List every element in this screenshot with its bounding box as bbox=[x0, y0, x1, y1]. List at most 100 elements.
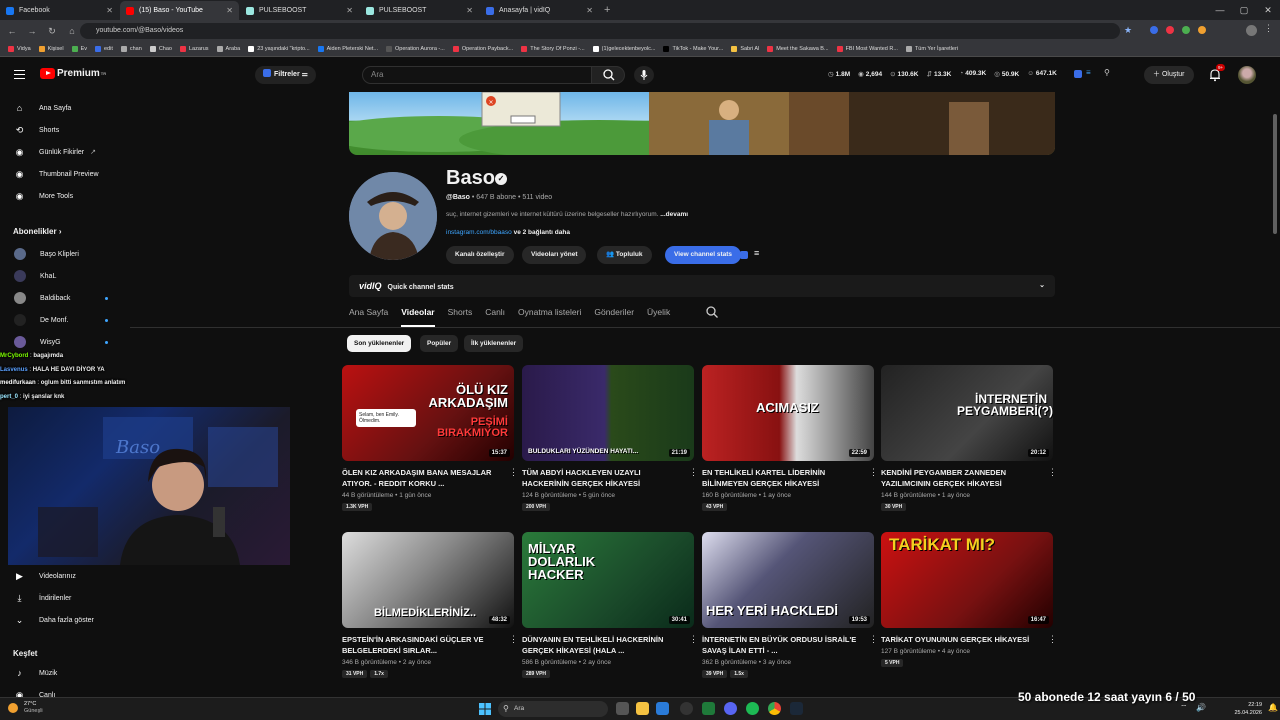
channel-tab[interactable]: Oynatma listeleri bbox=[518, 303, 581, 327]
bookmark-item[interactable]: Lazarus bbox=[179, 46, 209, 52]
video-menu-icon[interactable]: ⋮ bbox=[869, 635, 878, 644]
video-menu-icon[interactable]: ⋮ bbox=[689, 635, 698, 644]
subscription-item[interactable]: KhaL bbox=[0, 266, 130, 286]
manage-videos-button[interactable]: Videoları yönet bbox=[522, 246, 587, 264]
bookmark-item[interactable]: Sabri Al bbox=[731, 46, 759, 52]
community-button[interactable]: 👥 Topluluk bbox=[597, 246, 652, 264]
video-card[interactable]: HER YERİ HACKLEDİ 19:53 ⋮ İNTERNETİN EN BÜY… bbox=[702, 532, 878, 678]
filters-button[interactable]: Filtreler ⚌ bbox=[255, 66, 316, 84]
video-menu-icon[interactable]: ⋮ bbox=[1048, 468, 1057, 477]
video-title[interactable]: EN TEHLİKELİ KARTEL LİDERİNİN BİLİNMEYEN… bbox=[702, 467, 874, 489]
video-title[interactable]: TARİKAT OYUNUNUN GERÇEK HİKAYESİ bbox=[881, 634, 1053, 645]
app-icon[interactable] bbox=[656, 702, 669, 715]
sidebar-item[interactable]: ◉ More Tools bbox=[0, 186, 130, 206]
task-view-icon[interactable] bbox=[616, 702, 629, 715]
chip-oldest[interactable]: İlk yüklenenler bbox=[464, 335, 524, 352]
menu-icon[interactable] bbox=[14, 70, 25, 79]
file-explorer-icon[interactable] bbox=[636, 702, 649, 715]
bookmark-item[interactable]: chan bbox=[120, 46, 142, 52]
bookmark-item[interactable]: Kişisel bbox=[38, 46, 64, 52]
bookmark-item[interactable]: (1)gelecektenbeyolc... bbox=[592, 46, 655, 52]
video-title[interactable]: ÖLEN KIZ ARKADAŞIM BANA MESAJLAR ATIYOR.… bbox=[342, 467, 514, 489]
extension-vidiq-icon[interactable] bbox=[1150, 26, 1158, 34]
bookmark-item[interactable]: Chao bbox=[149, 46, 172, 52]
video-card[interactable]: TARİKAT MI? 16:47 ⋮ TARİKAT OYUNUNUN GERÇEK… bbox=[881, 532, 1057, 667]
chrome-icon[interactable] bbox=[768, 702, 781, 715]
instagram-link[interactable]: instagram.com/bbaaso bbox=[446, 229, 512, 236]
bookmark-item[interactable]: The Story Of Ponzi -... bbox=[521, 46, 585, 52]
bookmark-item[interactable]: FBI Most Wanted R... bbox=[836, 46, 898, 52]
list-icon[interactable]: ≡ bbox=[1086, 68, 1091, 77]
channel-tab[interactable]: Shorts bbox=[448, 303, 473, 327]
list-icon[interactable]: ≡ bbox=[754, 248, 759, 258]
maximize-button[interactable]: ▢ bbox=[1232, 0, 1256, 20]
app-icon[interactable] bbox=[702, 702, 715, 715]
video-thumbnail[interactable]: ÖLÜ KIZ ARKADAŞIM PEŞİMİ BIRAKMIYOR Selam,… bbox=[342, 365, 514, 461]
weather-widget[interactable]: 27°C Güneşli bbox=[24, 701, 43, 715]
browser-menu-icon[interactable]: ⋮ bbox=[1264, 23, 1273, 34]
channel-description[interactable]: suç, internet gizemleri ve internet kült… bbox=[446, 211, 688, 218]
tab-close-icon[interactable]: ✕ bbox=[466, 6, 473, 15]
more-links[interactable]: ve 2 bağlantı daha bbox=[514, 229, 570, 236]
notifications-icon[interactable]: 🔔 bbox=[1268, 703, 1278, 712]
bookmark-item[interactable]: 23 yaşındaki "kripto... bbox=[248, 46, 310, 52]
video-menu-icon[interactable]: ⋮ bbox=[509, 635, 518, 644]
sidebar-item[interactable]: ⤓ İndirilenler bbox=[0, 588, 130, 608]
browser-tab[interactable]: (15) Baso - YouTube ✕ bbox=[120, 1, 239, 20]
tab-close-icon[interactable]: ✕ bbox=[106, 6, 113, 15]
video-thumbnail[interactable]: MİLYAR DOLARLIK HACKER 30:41 bbox=[522, 532, 694, 628]
discord-icon[interactable] bbox=[724, 702, 737, 715]
vidiq-icon[interactable] bbox=[1074, 70, 1082, 78]
sidebar-item[interactable]: ◉ Günlük Fikirler ↗ bbox=[0, 142, 130, 162]
bookmark-star-icon[interactable]: ★ bbox=[1124, 25, 1132, 36]
video-title[interactable]: KENDİNİ PEYGAMBER ZANNEDEN YAZILIMCININ … bbox=[881, 467, 1053, 489]
extension-icon[interactable] bbox=[1166, 26, 1174, 34]
bookmark-item[interactable]: edit bbox=[95, 46, 113, 52]
bookmark-item[interactable]: Meet the Sakawa B... bbox=[767, 46, 829, 52]
extension-icon[interactable] bbox=[1182, 26, 1190, 34]
bookmark-item[interactable]: Aiden Pleterski Net... bbox=[317, 46, 378, 52]
video-thumbnail[interactable]: BİLMEDİKLERİNİZ.. 48:32 bbox=[342, 532, 514, 628]
bookmark-item[interactable]: Araba bbox=[216, 46, 240, 52]
create-button[interactable]: ＋ Oluştur bbox=[1144, 66, 1194, 84]
video-menu-icon[interactable]: ⋮ bbox=[1048, 635, 1057, 644]
subscription-item[interactable]: Başo Klipleri bbox=[0, 244, 130, 264]
bookmark-item[interactable]: Ev bbox=[71, 46, 87, 52]
spotify-icon[interactable] bbox=[746, 702, 759, 715]
description-more-link[interactable]: ...devamı bbox=[660, 211, 688, 218]
video-card[interactable]: ÖLÜ KIZ ARKADAŞIM PEŞİMİ BIRAKMIYOR Selam,… bbox=[342, 365, 518, 511]
taskbar-search[interactable]: Ara bbox=[498, 701, 608, 717]
video-card[interactable]: BULDUKLARI YÜZÜNDEN HAYATI... 21:19 ⋮ TÜM A… bbox=[522, 365, 698, 511]
view-channel-stats-button[interactable]: View channel stats bbox=[665, 246, 742, 264]
browser-tab[interactable]: Facebook ✕ bbox=[0, 1, 119, 20]
bookmark-item[interactable]: TikTok - Make Your... bbox=[663, 46, 723, 52]
video-title[interactable]: EPSTEİN'İN ARKASINDAKİ GÜÇLER VE BELGELE… bbox=[342, 634, 514, 656]
chip-popular[interactable]: Popüler bbox=[420, 335, 459, 352]
tab-close-icon[interactable]: ✕ bbox=[346, 6, 353, 15]
video-thumbnail[interactable]: İNTERNETİN PEYGAMBERİ(?) 20:12 bbox=[881, 365, 1053, 461]
browser-tab[interactable]: PULSEBOOST ✕ bbox=[360, 1, 479, 20]
sidebar-item[interactable]: ⌂ Ana Sayfa bbox=[0, 98, 130, 118]
minimize-button[interactable]: — bbox=[1208, 0, 1232, 20]
video-card[interactable]: İNTERNETİN PEYGAMBERİ(?) 20:12 ⋮ KENDİNİ PE… bbox=[881, 365, 1057, 511]
bookmark-item[interactable]: Tüm Yer İşaretleri bbox=[905, 46, 958, 52]
tab-close-icon[interactable]: ✕ bbox=[586, 6, 593, 15]
video-menu-icon[interactable]: ⋮ bbox=[509, 468, 518, 477]
channel-tab[interactable]: Videolar bbox=[401, 303, 435, 327]
channel-search-icon[interactable] bbox=[705, 305, 719, 319]
sidebar-item[interactable]: ◉ Thumbnail Preview bbox=[0, 164, 130, 184]
subscription-item[interactable]: De Monf. bbox=[0, 310, 130, 330]
windows-start-icon[interactable] bbox=[478, 702, 492, 716]
channel-tab[interactable]: Ana Sayfa bbox=[349, 303, 388, 327]
app-icon[interactable] bbox=[680, 702, 693, 715]
forward-icon[interactable]: → bbox=[24, 26, 40, 36]
channel-tab[interactable]: Canlı bbox=[485, 303, 505, 327]
vidiq-quick-stats-bar[interactable]: vidIQ Quick channel stats ⌄ bbox=[349, 275, 1055, 297]
tab-close-icon[interactable]: ✕ bbox=[226, 6, 233, 15]
bookmark-item[interactable]: Operation Payback... bbox=[452, 46, 513, 52]
youtube-premium-logo[interactable]: Premium TR bbox=[40, 68, 106, 79]
video-thumbnail[interactable]: ACIMASIZ 22:59 bbox=[702, 365, 874, 461]
sidebar-item[interactable]: ⟲ Shorts bbox=[0, 120, 130, 140]
subscription-item[interactable]: WisyG bbox=[0, 332, 130, 352]
video-title[interactable]: TÜM ABDYİ HACKLEYEN UZAYLI HACKERİNİN GE… bbox=[522, 467, 694, 489]
